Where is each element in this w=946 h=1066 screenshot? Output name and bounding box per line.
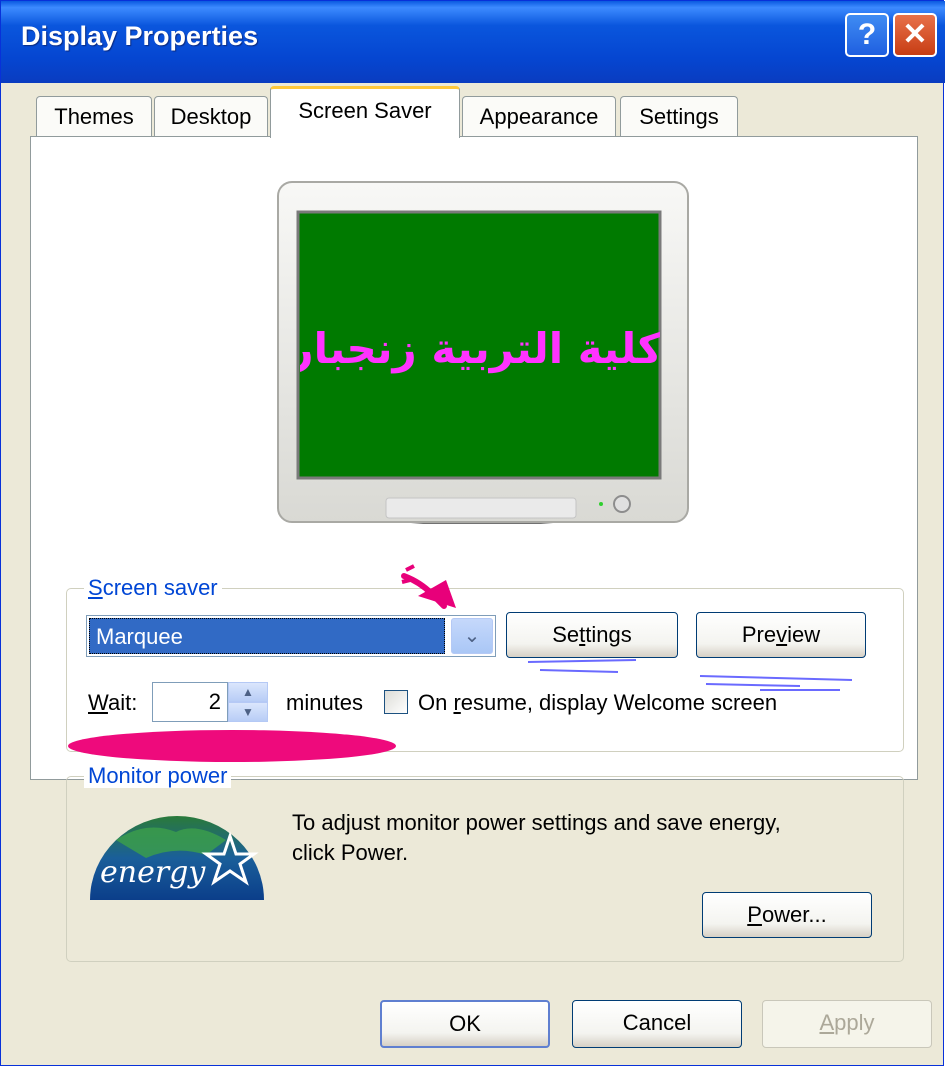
screen-saver-selected-value: Marquee xyxy=(89,618,445,654)
cancel-button[interactable]: Cancel xyxy=(572,1000,742,1048)
marquee-clip: كلية التربية زنجبار xyxy=(300,320,660,380)
monitor-power-knob xyxy=(613,495,631,513)
resume-welcome-label[interactable]: On resume, display Welcome screen xyxy=(418,690,777,716)
preview-button[interactable]: Preview xyxy=(696,612,866,658)
tab-appearance[interactable]: Appearance xyxy=(462,96,616,136)
screen-saver-group-label: Screen saver xyxy=(84,576,222,600)
tab-desktop[interactable]: Desktop xyxy=(154,96,268,136)
monitor-power-group-label: Monitor power xyxy=(84,764,232,788)
energy-logo-text: energy xyxy=(100,855,206,890)
window-title: Display Properties xyxy=(21,21,259,51)
energy-star-icon: energy xyxy=(90,816,264,900)
settings-button[interactable]: Settings xyxy=(506,612,678,658)
tab-settings[interactable]: Settings xyxy=(620,96,738,136)
tab-screen-saver[interactable]: Screen Saver xyxy=(270,86,460,138)
chevron-down-icon[interactable]: ⌄ xyxy=(451,618,493,654)
minutes-label: minutes xyxy=(286,690,364,715)
ok-button[interactable]: OK xyxy=(380,1000,550,1048)
screen-saver-select[interactable]: Marquee ⌄ xyxy=(86,615,496,657)
wait-spinner[interactable]: ▲ ▼ xyxy=(228,682,268,722)
help-button[interactable]: ? xyxy=(845,13,889,57)
monitor-power-description-line1: To adjust monitor power settings and sav… xyxy=(292,810,781,835)
tab-themes[interactable]: Themes xyxy=(36,96,152,136)
wait-minutes-input[interactable]: 2 xyxy=(152,682,228,722)
monitor-power-led xyxy=(599,502,603,506)
marquee-text: كلية التربية زنجبار xyxy=(300,324,660,373)
spin-down-icon[interactable]: ▼ xyxy=(228,702,268,722)
close-button[interactable]: ✕ xyxy=(893,13,937,57)
monitor-power-description-line2: click Power. xyxy=(292,840,409,865)
wait-label: Wait: xyxy=(88,690,138,715)
spin-up-icon[interactable]: ▲ xyxy=(228,682,268,702)
resume-welcome-checkbox[interactable] xyxy=(384,690,408,714)
title-bar[interactable]: Display Properties ? ✕ xyxy=(1,1,945,83)
apply-button[interactable]: Apply xyxy=(762,1000,932,1048)
power-button[interactable]: Power... xyxy=(702,892,872,938)
monitor-panel xyxy=(385,497,577,519)
